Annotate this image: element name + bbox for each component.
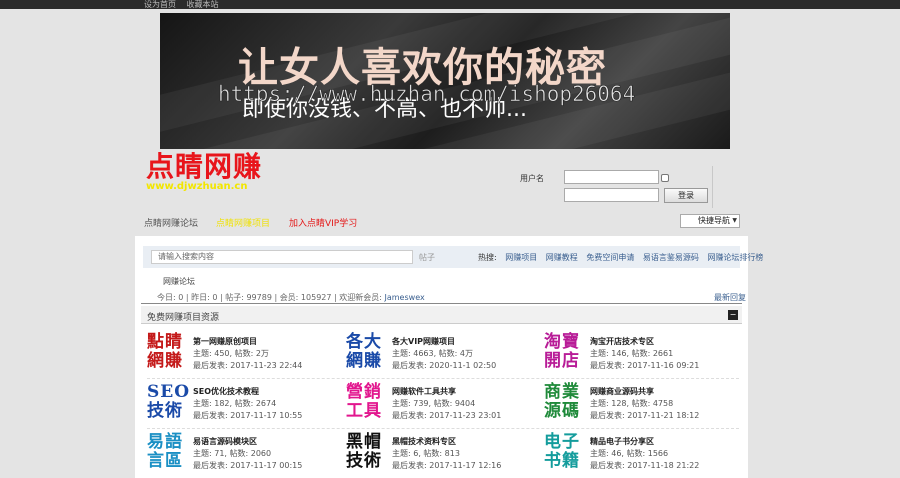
forum-last-post[interactable]: 最后发表: 2017-11-16 09:21 <box>590 360 699 371</box>
stat-members: 会员: 105927 <box>279 293 332 302</box>
row-divider <box>147 428 739 429</box>
forum-logo-icon: 黑帽 技術 <box>346 432 382 471</box>
forum-last-post[interactable]: 最后发表: 2017-11-23 23:01 <box>392 410 501 421</box>
search-input[interactable]: 请输入搜索内容 <box>151 250 413 264</box>
stat-posts: 帖子: 99789 <box>225 293 272 302</box>
search-type-button[interactable]: 帖子 <box>419 252 435 263</box>
hot-item[interactable]: 易语言鉴易源码 <box>643 253 699 262</box>
set-homepage-link[interactable]: 设为首页 <box>144 0 176 9</box>
forum-counts: 主题: 450, 帖数: 2万 <box>193 349 269 358</box>
watermark-text: https://www.huzhan.com/ishop26064 <box>218 82 636 107</box>
forum-counts: 主题: 46, 帖数: 1566 <box>590 449 669 458</box>
forum-item[interactable]: 易語 言區 易语言源码模块区 主题: 71, 帖数: 2060 最后发表: 201… <box>147 433 347 475</box>
newest-member-link[interactable]: Jameswex <box>385 293 425 302</box>
hot-searches: 热搜: 网赚项目 网赚教程 免费空间申请 易语言鉴易源码 网赚论坛排行榜 <box>478 252 763 263</box>
forum-counts: 主题: 128, 帖数: 4758 <box>590 399 674 408</box>
login-form: 用户名 登录 <box>520 170 720 210</box>
main-content: 请输入搜索内容 帖子 热搜: 网赚项目 网赚教程 免费空间申请 易语言鉴易源码 … <box>135 236 763 478</box>
forum-item[interactable]: 电子 书籍 精品电子书分享区 主题: 46, 帖数: 1566 最后发表: 201… <box>544 433 744 475</box>
nav-projects[interactable]: 点睛网赚项目 <box>216 216 270 229</box>
forum-counts: 主题: 146, 帖数: 2661 <box>590 349 674 358</box>
forum-counts: 主题: 739, 帖数: 9404 <box>392 399 476 408</box>
forum-logo-icon: 各大 網賺 <box>346 332 382 371</box>
stat-today: 今日: 0 <box>157 293 184 302</box>
forum-last-post[interactable]: 最后发表: 2017-11-17 10:55 <box>193 410 302 421</box>
forum-counts: 主题: 4663, 帖数: 4万 <box>392 349 474 358</box>
forum-name[interactable]: 黑帽技术资料专区 <box>392 436 456 447</box>
bookmark-link[interactable]: 收藏本站 <box>187 0 219 9</box>
hot-item[interactable]: 免费空间申请 <box>586 253 634 262</box>
forum-counts: 主题: 71, 帖数: 2060 <box>193 449 272 458</box>
forum-logo-icon: 电子 书籍 <box>544 432 580 471</box>
forum-name[interactable]: 精品电子书分享区 <box>590 436 654 447</box>
forum-item[interactable]: 淘寶 開店 淘宝开店技术专区 主题: 146, 帖数: 2661 最后发表: 20… <box>544 333 744 375</box>
forum-stats: 今日: 0 | 昨日: 0 | 帖子: 99789 | 会员: 105927 |… <box>157 293 425 302</box>
ad-banner[interactable]: 让女人喜欢你的秘密 即使你没钱、不高、也不帅... <box>160 13 730 149</box>
forum-name[interactable]: 各大VIP网赚项目 <box>392 336 455 347</box>
dropdown-arrow-icon: ▼ <box>732 217 737 224</box>
hot-item[interactable]: 网赚项目 <box>505 253 537 262</box>
forum-item[interactable]: SEO 技術 SEO优化技术教程 主题: 182, 帖数: 2674 最后发表: … <box>147 383 347 425</box>
forum-logo-icon: 點睛 網賺 <box>147 332 183 371</box>
forum-last-post[interactable]: 最后发表: 2017-11-21 18:12 <box>590 410 699 421</box>
logo-text: 点睛网赚 <box>146 150 263 183</box>
username-label: 用户名 <box>520 174 544 183</box>
password-input[interactable] <box>564 188 659 202</box>
collapse-icon[interactable]: − <box>728 310 738 320</box>
forum-counts: 主题: 182, 帖数: 2674 <box>193 399 277 408</box>
forum-logo-icon: 淘寶 開店 <box>544 332 580 371</box>
hot-label: 热搜: <box>478 253 497 262</box>
stat-yesterday: 昨日: 0 <box>191 293 218 302</box>
top-links: 设为首页 收藏本站 <box>144 0 227 10</box>
forum-last-post[interactable]: 最后发表: 2017-11-17 12:16 <box>392 460 501 471</box>
forum-name[interactable]: 网赚软件工具共享 <box>392 386 456 397</box>
forum-name[interactable]: 淘宝开店技术专区 <box>590 336 654 347</box>
forum-item[interactable]: 營銷 工具 网赚软件工具共享 主题: 739, 帖数: 9404 最后发表: 20… <box>346 383 546 425</box>
forum-last-post[interactable]: 最后发表: 2017-11-23 22:44 <box>193 360 302 371</box>
newest-reply-link[interactable]: 最新回复 <box>714 292 746 303</box>
site-logo[interactable]: 点睛网赚 www.djwzhuan.cn <box>146 152 262 192</box>
search-bar: 请输入搜索内容 帖子 热搜: 网赚项目 网赚教程 免费空间申请 易语言鉴易源码 … <box>143 246 763 268</box>
section-header: 免费网赚项目资源 − <box>141 306 742 324</box>
forum-counts: 主题: 6, 帖数: 813 <box>392 449 460 458</box>
forum-item[interactable]: 點睛 網賺 第一网赚原创项目 主题: 450, 帖数: 2万 最后发表: 2017… <box>147 333 347 375</box>
hot-item[interactable]: 网赚教程 <box>546 253 578 262</box>
top-bar: 设为首页 收藏本站 <box>0 0 900 9</box>
stat-newest-label: 欢迎新会员: <box>339 293 382 302</box>
divider <box>141 303 742 304</box>
section-title: 免费网赚项目资源 <box>147 313 220 323</box>
forum-name[interactable]: SEO优化技术教程 <box>193 386 259 397</box>
forum-logo-icon: 商業 源碼 <box>544 382 580 421</box>
breadcrumb[interactable]: 网赚论坛 <box>163 276 195 287</box>
forum-last-post[interactable]: 最后发表: 2017-11-17 00:15 <box>193 460 302 471</box>
quick-nav-button[interactable]: 快捷导航 ▼ <box>680 214 740 228</box>
forum-last-post[interactable]: 最后发表: 2020-11-1 02:50 <box>392 360 496 371</box>
forum-logo-icon: 易語 言區 <box>147 432 183 471</box>
nav-join-vip[interactable]: 加入点睛VIP学习 <box>289 216 357 229</box>
forum-item[interactable]: 商業 源碼 网赚商业源码共享 主题: 128, 帖数: 4758 最后发表: 20… <box>544 383 744 425</box>
hot-item[interactable]: 网赚论坛排行榜 <box>707 253 763 262</box>
forum-item[interactable]: 黑帽 技術 黑帽技术资料专区 主题: 6, 帖数: 813 最后发表: 2017-… <box>346 433 546 475</box>
remember-checkbox[interactable] <box>661 174 669 182</box>
username-input[interactable] <box>564 170 659 184</box>
login-button[interactable]: 登录 <box>664 188 708 203</box>
forum-name[interactable]: 易语言源码模块区 <box>193 436 257 447</box>
quick-nav-label: 快捷导航 <box>698 216 730 225</box>
forum-name[interactable]: 第一网赚原创项目 <box>193 336 257 347</box>
forum-logo-icon: SEO 技術 <box>147 382 191 421</box>
logo-url: www.djwzhuan.cn <box>146 181 248 192</box>
forum-name[interactable]: 网赚商业源码共享 <box>590 386 654 397</box>
forum-last-post[interactable]: 最后发表: 2017-11-18 21:22 <box>590 460 699 471</box>
forum-logo-icon: 營銷 工具 <box>346 382 382 421</box>
login-divider <box>712 166 713 208</box>
row-divider <box>147 378 739 379</box>
forum-item[interactable]: 各大 網賺 各大VIP网赚项目 主题: 4663, 帖数: 4万 最后发表: 20… <box>346 333 546 375</box>
nav-forum[interactable]: 点睛网赚论坛 <box>144 216 198 229</box>
